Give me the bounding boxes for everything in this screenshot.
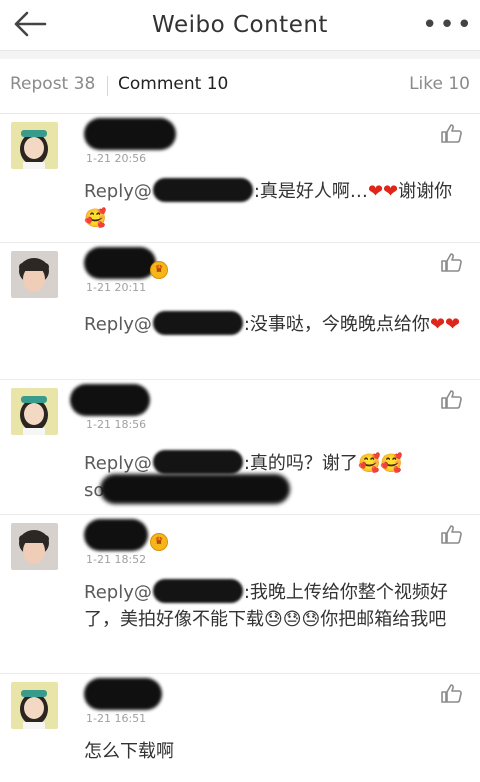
- like-button[interactable]: [440, 388, 464, 412]
- like-button[interactable]: [440, 523, 464, 547]
- like-button[interactable]: [440, 682, 464, 706]
- tab-like[interactable]: Like 10: [409, 74, 470, 94]
- like-button[interactable]: [440, 251, 464, 275]
- thumbs-up-icon: [441, 253, 462, 272]
- top-bar: Weibo Content •••: [0, 0, 480, 51]
- tab-bar: Repost 38 Comment 10 Like 10: [0, 59, 480, 114]
- author-name-redacted[interactable]: [84, 519, 148, 551]
- comment-item: 1-21 18:56 Reply@:真的吗？谢了🥰🥰 so: [0, 380, 480, 515]
- comment-text: 怎么下载啊: [84, 741, 174, 762]
- avatar[interactable]: [11, 122, 58, 169]
- blush-emoji: 🥰: [380, 453, 403, 474]
- reply-prefix: Reply@: [84, 314, 152, 335]
- reply-prefix: Reply@: [84, 582, 152, 603]
- comment-body: 你把邮箱给我吧: [320, 609, 447, 630]
- comment-body: 谢谢你: [398, 181, 453, 202]
- timestamp: 1-21 20:11: [86, 281, 147, 294]
- timestamp: 1-21 20:56: [86, 152, 147, 165]
- comment-item: 1-21 16:51 怎么下载啊: [0, 674, 480, 782]
- author-name-redacted[interactable]: [84, 247, 156, 279]
- heart-emoji: ❤: [383, 181, 399, 202]
- comment-item: ♛ 1-21 20:11 Reply@:没事哒，今晚晚点给你❤❤: [0, 243, 480, 380]
- vip-badge-icon: ♛: [150, 533, 168, 551]
- sweat-emoji: 😓: [282, 609, 302, 630]
- comment-item: ♛ 1-21 18:52 Reply@:我晚上传给你整个视频好了，美拍好像不能下…: [0, 515, 480, 674]
- comment-text: Reply@:真是好人啊…❤❤谢谢你🥰: [84, 178, 464, 232]
- tab-divider: [107, 76, 108, 96]
- sweat-emoji: 😓: [264, 609, 283, 630]
- timestamp: 1-21 18:52: [86, 553, 147, 566]
- avatar[interactable]: [11, 251, 58, 298]
- heart-emoji: ❤: [429, 314, 446, 335]
- comment-body: :真是好人啊…: [253, 181, 368, 202]
- thumbs-up-icon: [441, 525, 462, 544]
- mention-redacted[interactable]: [152, 311, 243, 335]
- reply-prefix: Reply@: [84, 181, 152, 202]
- comment-item: 1-21 20:56 Reply@:真是好人啊…❤❤谢谢你🥰: [0, 114, 480, 243]
- mention-redacted[interactable]: [152, 450, 243, 474]
- comment-text: Reply@:我晚上传给你整个视频好了，美拍好像不能下载😓😓😓你把邮箱给我吧: [84, 579, 464, 633]
- comment-text: Reply@:没事哒，今晚晚点给你❤❤: [84, 311, 464, 338]
- author-name-redacted[interactable]: [70, 384, 150, 416]
- author-name-redacted[interactable]: [84, 678, 162, 710]
- comment-body: :真的吗？谢了: [243, 453, 358, 474]
- blush-emoji: 🥰: [357, 453, 381, 474]
- more-options-button[interactable]: •••: [422, 10, 472, 40]
- avatar[interactable]: [11, 682, 58, 729]
- redaction-scribble: [100, 474, 290, 504]
- thumbs-up-icon: [441, 124, 462, 143]
- separator: [0, 51, 480, 59]
- arrow-left-icon: [14, 11, 47, 37]
- thumbs-up-icon: [441, 390, 462, 409]
- tab-repost[interactable]: Repost 38: [10, 74, 95, 94]
- timestamp: 1-21 16:51: [86, 712, 147, 725]
- avatar[interactable]: [11, 388, 58, 435]
- heart-emoji: ❤: [367, 181, 384, 202]
- sweat-emoji: 😓: [301, 609, 321, 630]
- tab-comment[interactable]: Comment 10: [118, 74, 228, 94]
- author-name-redacted[interactable]: [84, 118, 176, 150]
- page-title: Weibo Content: [152, 12, 328, 38]
- thumbs-up-icon: [441, 684, 462, 703]
- comment-body: :没事哒，今晚晚点给你: [243, 314, 430, 335]
- heart-emoji: ❤: [445, 314, 461, 335]
- mention-redacted[interactable]: [152, 178, 253, 202]
- reply-prefix: Reply@: [84, 453, 152, 474]
- avatar[interactable]: [11, 523, 58, 570]
- more-icon: •••: [422, 10, 475, 40]
- blush-emoji: 🥰: [84, 208, 107, 229]
- mention-redacted[interactable]: [152, 579, 243, 603]
- timestamp: 1-21 18:56: [86, 418, 147, 431]
- back-button[interactable]: [10, 6, 50, 42]
- vip-badge-icon: ♛: [150, 261, 168, 279]
- like-button[interactable]: [440, 122, 464, 146]
